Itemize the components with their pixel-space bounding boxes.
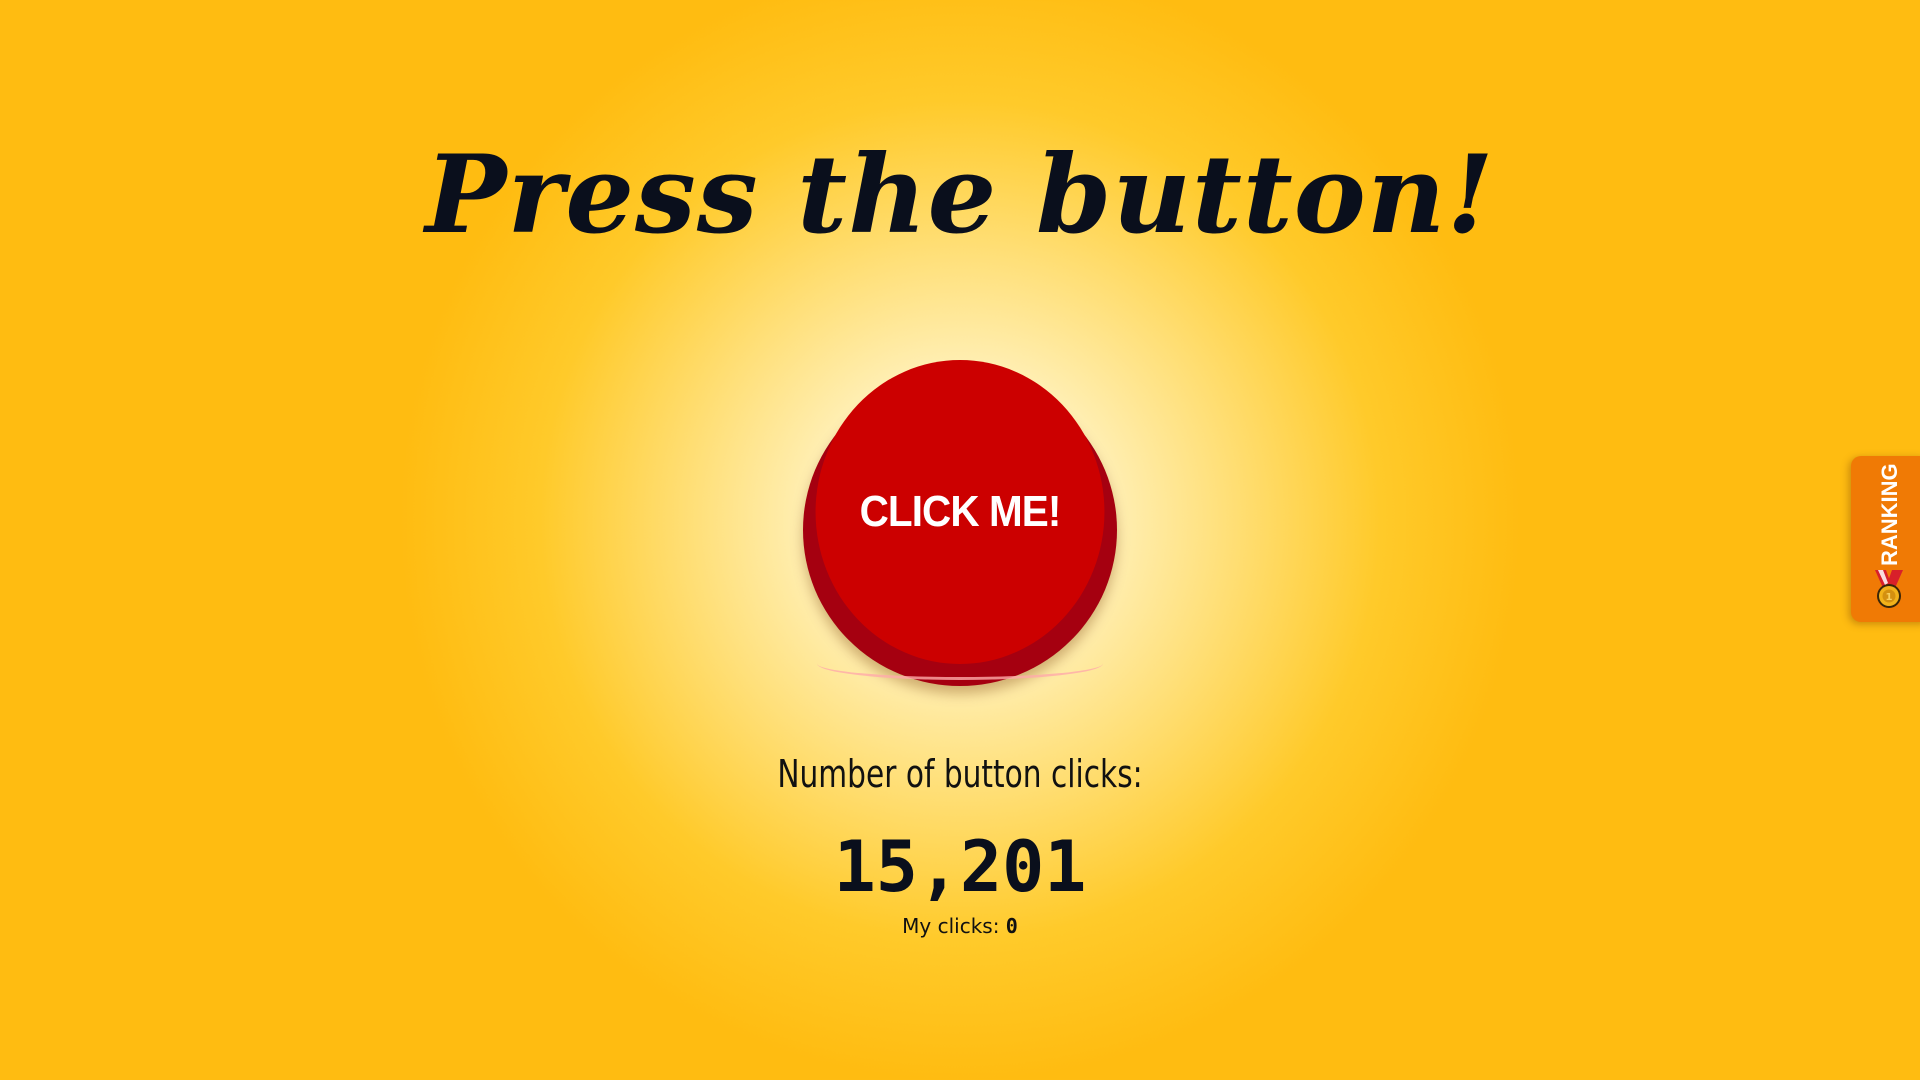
big-button-container: CLICK ME! xyxy=(803,360,1117,686)
clicks-count-label: Number of button clicks: xyxy=(777,752,1143,796)
ranking-tab-label: RANKING xyxy=(1877,463,1902,566)
svg-text:1: 1 xyxy=(1886,592,1893,603)
ranking-tab[interactable]: RANKING 1 xyxy=(1851,456,1920,622)
total-clicks-counter: 15,201 xyxy=(833,826,1087,908)
click-me-button[interactable]: CLICK ME! xyxy=(815,360,1105,664)
my-clicks-label: My clicks: xyxy=(902,914,1000,938)
my-clicks-value: 0 xyxy=(1005,914,1018,938)
medal-icon: 1 xyxy=(1875,570,1903,608)
page-title: Press the button! xyxy=(425,132,1495,258)
my-clicks: My clicks: 0 xyxy=(0,914,1920,938)
